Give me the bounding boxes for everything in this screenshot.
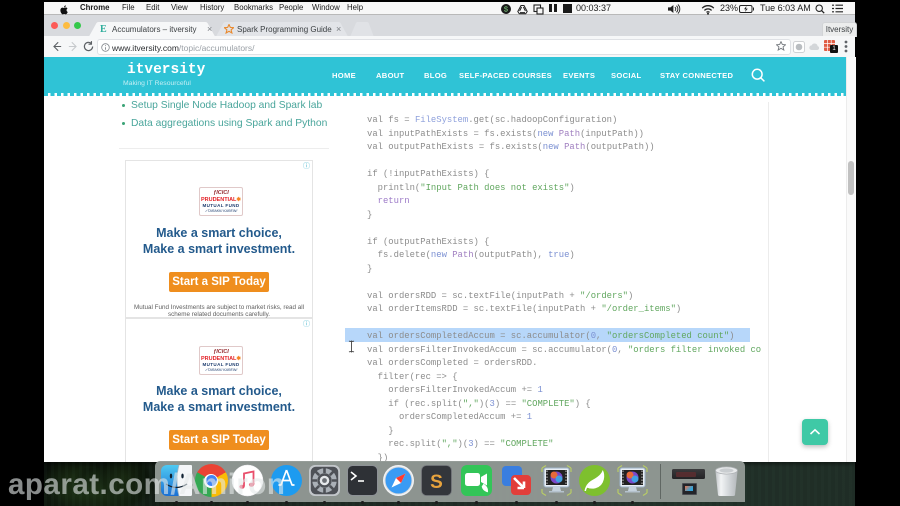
svg-text:S: S — [430, 472, 443, 493]
